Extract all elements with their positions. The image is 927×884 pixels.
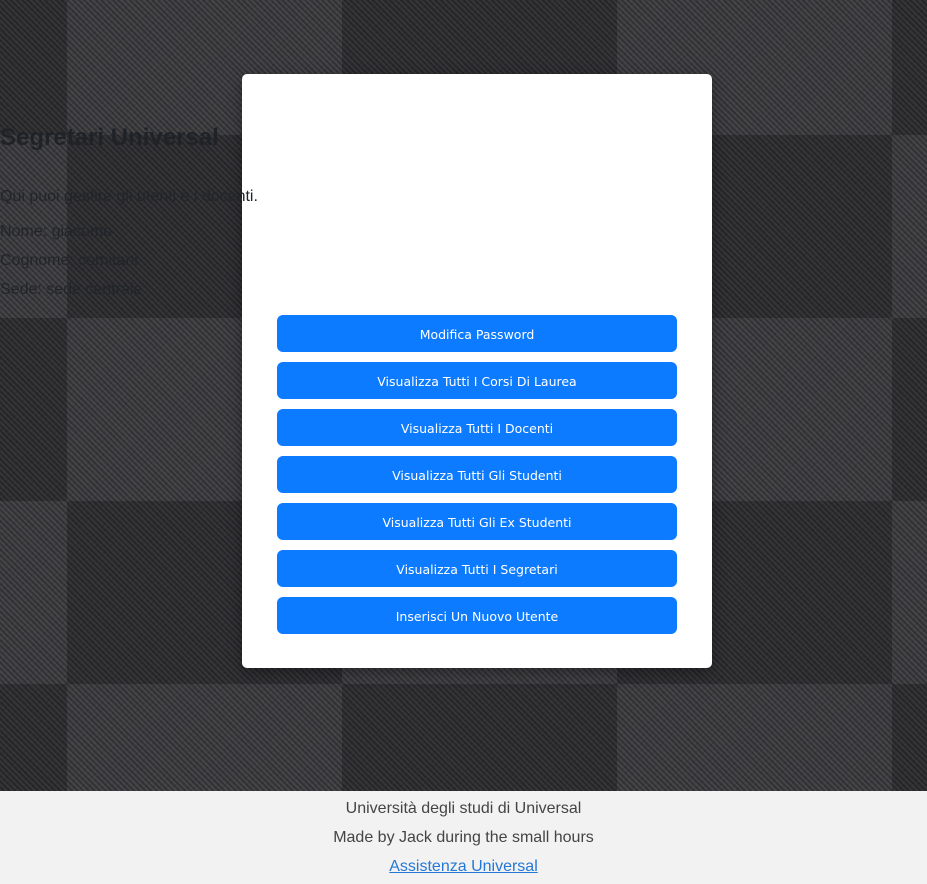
support-link[interactable]: Assistenza Universal	[389, 858, 538, 875]
background-tile	[892, 0, 927, 135]
background-tile	[0, 684, 67, 791]
background-tile	[892, 684, 927, 791]
view-all-degree-courses-button[interactable]: Visualizza Tutti I Corsi Di Laurea	[277, 362, 677, 399]
user-first-name: Nome: giacomo	[0, 223, 113, 240]
view-all-students-button[interactable]: Visualizza Tutti Gli Studenti	[277, 456, 677, 493]
page-title: Segretari Universal	[0, 124, 219, 151]
footer-university: Università degli studi di Universal	[345, 800, 582, 817]
background-tile	[0, 318, 67, 501]
background-tile	[892, 318, 927, 501]
footer-link-row: Assistenza Universal	[0, 858, 927, 876]
view-all-former-students-button[interactable]: Visualizza Tutti Gli Ex Studenti	[277, 503, 677, 540]
add-new-user-button[interactable]: Inserisci Un Nuovo Utente	[277, 597, 677, 634]
intro-text: Qui puoi gestire gli utenti e i docenti.	[0, 188, 258, 205]
footer-credits: Made by Jack during the small hours	[333, 829, 594, 846]
view-all-secretaries-button[interactable]: Visualizza Tutti I Segretari	[277, 550, 677, 587]
change-password-button[interactable]: Modifica Password	[277, 315, 677, 352]
view-all-teachers-button[interactable]: Visualizza Tutti I Docenti	[277, 409, 677, 446]
background-tile	[0, 0, 67, 135]
user-last-name: Cognome: comitani	[0, 252, 138, 269]
user-office: Sede: sede centrale	[0, 281, 143, 298]
page-footer: Università degli studi di Universal Made…	[0, 791, 927, 884]
background-tile	[342, 684, 617, 791]
